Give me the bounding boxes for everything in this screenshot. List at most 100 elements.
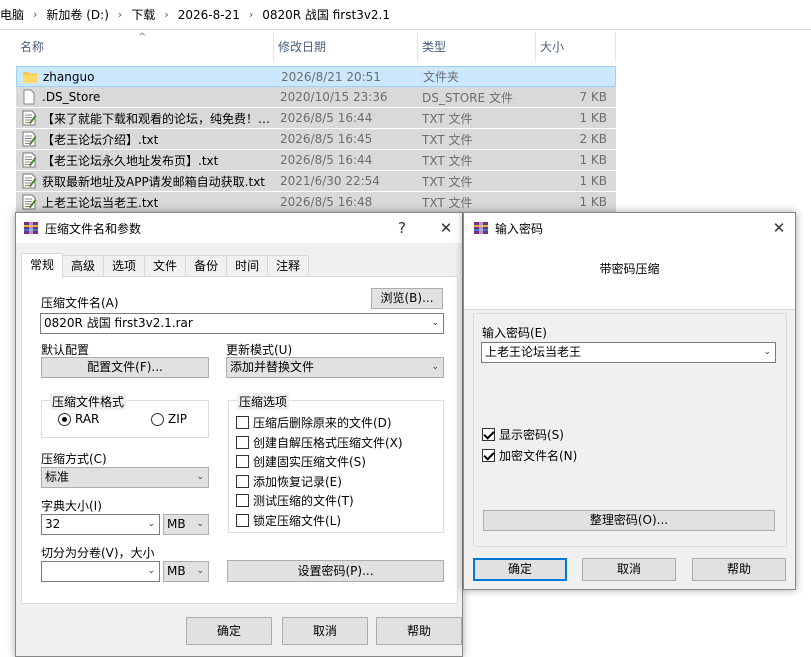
checkbox-box (236, 416, 249, 429)
file-type: 文件夹 (423, 70, 460, 84)
organize-passwords-button[interactable]: 整理密码(O)... (483, 510, 775, 531)
tab-1[interactable]: 高级 (62, 255, 105, 277)
dict-unit-select[interactable]: MB ⌄ (163, 514, 209, 535)
format-group-title: 压缩文件格式 (50, 393, 127, 410)
archive-help-button[interactable]: 帮助 (376, 617, 462, 645)
password-dialog-titlebar[interactable]: 输入密码 ✕ (464, 213, 795, 243)
file-name: 上老王论坛当老王.txt (42, 195, 159, 210)
breadcrumb-item[interactable]: 0820R 战国 first3v2.1 (262, 6, 390, 23)
archive-tabs: 常规 高级 选项 文件 备份 时间 注释 (21, 253, 310, 278)
encrypt-names-checkbox[interactable]: 加密文件名(N) (482, 447, 577, 464)
password-help-button[interactable]: 帮助 (692, 558, 786, 581)
archive-name-combo[interactable]: 0820R 战国 first3v2.1.rar ⌄ (40, 313, 444, 334)
breadcrumb-item[interactable]: 2026-8-21 (178, 8, 240, 22)
split-label: 切分为分卷(V)，大小 (41, 546, 155, 560)
file-size: 1 KB (579, 111, 607, 125)
show-password-label: 显示密码(S) (499, 428, 564, 442)
column-size[interactable]: 大小 (536, 32, 616, 62)
close-icon[interactable]: ✕ (763, 213, 795, 243)
checkbox-box (236, 513, 249, 527)
chevron-down-icon: ⌄ (147, 519, 155, 529)
file-list: zhanguo 2026/8/21 20:51 文件夹 .DS_Store 2020/1… (16, 66, 616, 213)
column-type[interactable]: 类型 (418, 32, 536, 62)
file-name-cell: 【老王论坛永久地址发布页】.txt (16, 152, 274, 169)
update-mode-value: 添加并替换文件 (230, 360, 315, 374)
file-row[interactable]: 【老王论坛介绍】.txt 2026/8/5 16:45 TXT 文件 2 KB (16, 129, 616, 150)
tab-4[interactable]: 备份 (185, 255, 228, 277)
option-checkbox[interactable]: 锁定压缩文件(L) (236, 512, 341, 529)
tab-2[interactable]: 选项 (103, 255, 146, 277)
archive-ok-button[interactable]: 确定 (186, 617, 272, 645)
file-date: 2026/8/5 16:44 (280, 111, 373, 125)
breadcrumb-item[interactable]: 下载 (131, 6, 155, 23)
file-name: zhanguo (43, 69, 95, 84)
column-name[interactable]: ^ 名称 (16, 32, 274, 62)
archive-dialog-titlebar[interactable]: 压缩文件名和参数 ? ✕ (16, 213, 462, 243)
password-value: 上老王论坛当老王 (485, 345, 582, 359)
breadcrumb-item[interactable]: 新加卷 (D:) (46, 6, 108, 23)
close-icon[interactable]: ✕ (430, 213, 462, 243)
method-value: 标准 (45, 470, 70, 484)
password-heading: 带密码压缩 (599, 262, 660, 276)
file-size: 7 KB (579, 90, 607, 104)
file-row[interactable]: 【老王论坛永久地址发布页】.txt 2026/8/5 16:44 TXT 文件 1 K… (16, 150, 616, 171)
file-name-cell: 【来了就能下载和观看的论坛，纯免费！… (16, 110, 274, 127)
breadcrumb-item[interactable]: 此电脑 (0, 6, 24, 23)
file-name-cell: .DS_Store (16, 89, 274, 105)
file-row[interactable]: 上老王论坛当老王.txt 2026/8/5 16:48 TXT 文件 1 KB (16, 192, 616, 213)
file-type: DS_STORE 文件 (422, 90, 513, 105)
winrar-icon (24, 222, 38, 234)
tab-3[interactable]: 文件 (144, 255, 187, 277)
dict-size-combo[interactable]: 32 ⌄ (41, 514, 160, 535)
file-name-cell: 上老王论坛当老王.txt (16, 194, 274, 211)
option-checkbox[interactable]: 创建自解压格式压缩文件(X) (236, 434, 403, 451)
radio-dot (151, 412, 164, 426)
chevron-down-icon: ⌄ (431, 362, 439, 372)
checkbox-box (236, 435, 249, 449)
file-date: 2026/8/5 16:45 (280, 132, 373, 146)
file-type: TXT 文件 (422, 132, 473, 147)
option-checkbox[interactable]: 创建固实压缩文件(S) (236, 453, 366, 470)
format-rar-label: RAR (75, 412, 100, 426)
file-row[interactable]: .DS_Store 2020/10/15 23:36 DS_STORE 文件 7 KB (16, 87, 616, 108)
format-zip-label: ZIP (168, 412, 187, 426)
tab-0[interactable]: 常规 (21, 253, 64, 278)
chevron-right-icon: › (117, 8, 123, 21)
set-password-button[interactable]: 设置密码(P)... (227, 560, 444, 582)
profiles-button[interactable]: 配置文件(F)... (41, 357, 209, 378)
file-type: TXT 文件 (422, 174, 473, 189)
format-rar-radio[interactable]: RAR (58, 412, 99, 426)
method-select[interactable]: 标准 ⌄ (41, 467, 209, 488)
column-date[interactable]: 修改日期 (274, 32, 418, 62)
password-cancel-button[interactable]: 取消 (582, 558, 676, 581)
update-mode-select[interactable]: 添加并替换文件 ⌄ (226, 357, 444, 378)
checkbox-box (236, 494, 249, 507)
chevron-right-icon: › (248, 8, 254, 21)
split-unit-select[interactable]: MB ⌄ (163, 561, 209, 582)
password-ok-button[interactable]: 确定 (473, 558, 567, 581)
file-row[interactable]: 【来了就能下载和观看的论坛，纯免费！… 2026/8/5 16:44 TXT 文件 1… (16, 108, 616, 129)
browse-button[interactable]: 浏览(B)... (371, 288, 443, 309)
split-size-combo[interactable]: ⌄ (41, 561, 160, 582)
option-checkbox[interactable]: 测试压缩的文件(T) (236, 492, 354, 509)
option-checkbox[interactable]: 添加恢复记录(E) (236, 473, 342, 490)
show-password-checkbox[interactable]: 显示密码(S) (482, 426, 564, 443)
winrar-icon (474, 222, 488, 234)
tab-5[interactable]: 时间 (226, 255, 269, 277)
chevron-right-icon: › (164, 8, 169, 21)
text-file-icon (21, 131, 37, 147)
chevron-down-icon: ⌄ (763, 347, 771, 357)
file-row[interactable]: 获取最新地址及APP请发邮箱自动获取.txt 2021/6/30 22:54 TXT… (16, 171, 616, 192)
file-size: 2 KB (579, 132, 607, 146)
column-type-label: 类型 (422, 40, 447, 54)
split-unit-value: MB (167, 564, 186, 578)
option-checkbox[interactable]: 压缩后删除原来的文件(D) (236, 414, 392, 431)
format-zip-radio[interactable]: ZIP (151, 412, 187, 426)
help-icon[interactable]: ? (386, 213, 418, 243)
tab-6[interactable]: 注释 (267, 255, 310, 277)
text-file-icon (21, 173, 37, 189)
option-label: 压缩后删除原来的文件(D) (253, 416, 392, 430)
archive-cancel-button[interactable]: 取消 (282, 617, 368, 645)
password-input[interactable]: 上老王论坛当老王 ⌄ (481, 342, 776, 363)
file-row[interactable]: zhanguo 2026/8/21 20:51 文件夹 (16, 66, 616, 87)
